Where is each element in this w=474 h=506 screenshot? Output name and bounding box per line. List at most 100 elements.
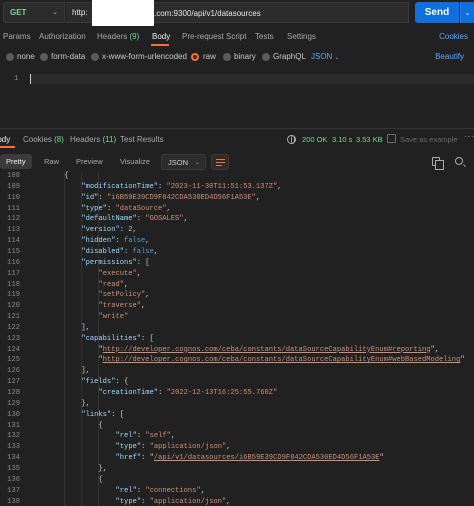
resp-tab-headers[interactable]: Headers (11): [70, 135, 116, 144]
tab-headers[interactable]: Headers (9): [97, 32, 139, 41]
pane-divider[interactable]: [0, 128, 474, 129]
code-line: 118 "read",: [0, 281, 474, 292]
line-number: 111: [7, 204, 20, 213]
save-as-example-button[interactable]: Save as example: [400, 135, 458, 144]
globe-icon[interactable]: [287, 135, 296, 144]
code-text: "rel": "self",: [116, 432, 176, 440]
status-code[interactable]: 200 OK: [302, 135, 327, 144]
code-line: 136 {: [0, 476, 474, 487]
code-token: ,: [200, 486, 205, 495]
line-number: 123: [7, 334, 20, 343]
line-number: 122: [7, 323, 20, 332]
line-number: 138: [7, 497, 20, 506]
code-token: "type": [81, 204, 107, 213]
line-number: 118: [7, 280, 20, 289]
radio-raw[interactable]: [191, 53, 199, 61]
view-visualize[interactable]: Visualize: [114, 154, 156, 169]
response-format-select[interactable]: JSON ⌄: [161, 154, 206, 170]
radio-graphql[interactable]: [262, 53, 270, 61]
tab-params[interactable]: Params: [3, 32, 31, 41]
line-number: 121: [7, 313, 20, 322]
wrap-lines-icon[interactable]: [211, 154, 229, 170]
save-icon: [387, 134, 396, 143]
line-number: 114: [7, 237, 20, 246]
copy-icon[interactable]: [432, 157, 444, 170]
resp-active-tab-indicator: [0, 146, 15, 148]
tab-settings[interactable]: Settings: [287, 32, 316, 41]
more-options-icon[interactable]: ···: [464, 131, 474, 142]
radio-urlencoded[interactable]: [91, 53, 99, 61]
radio-form-data[interactable]: [40, 53, 48, 61]
radio-binary[interactable]: [223, 53, 231, 61]
code-line: 128 "creationTime": "2022-12-13T16:25:55.…: [0, 389, 474, 400]
tab-tests[interactable]: Tests: [255, 32, 274, 41]
code-token: {: [98, 421, 103, 430]
code-line: 121 "write": [0, 313, 474, 324]
line-number: 109: [7, 182, 20, 191]
code-token: "GOSALES": [145, 215, 184, 224]
method-label: GET: [10, 8, 27, 17]
resp-cookies-label: Cookies: [23, 135, 52, 144]
code-text: "modificationTime": "2023-11-30T11:51:53…: [81, 183, 281, 191]
code-link[interactable]: http://developer.cognos.com/ceba/constan…: [103, 356, 461, 364]
code-token: {: [98, 475, 103, 484]
code-token: "type": [115, 497, 142, 506]
send-options-button[interactable]: ⌄: [460, 2, 474, 23]
code-line: 131 {: [0, 422, 474, 433]
line-number: 131: [7, 421, 20, 430]
code-line: 132 "rel": "self",: [0, 432, 474, 443]
code-token: "connections": [145, 486, 201, 495]
code-token: "type": [115, 443, 142, 452]
code-line: 122],: [0, 324, 474, 335]
resp-tab-body[interactable]: Body: [0, 135, 10, 144]
code-link[interactable]: /api/v1/datasources/i6B59E39CD9F842CDA53…: [154, 454, 380, 462]
code-token: : [: [141, 334, 154, 343]
code-text: {: [98, 422, 102, 430]
code-line: 133 "type": "application/json",: [0, 443, 474, 454]
code-token: ,: [226, 497, 231, 506]
tab-prerequest-script[interactable]: Pre-request Script: [182, 32, 246, 41]
code-line: 109 "modificationTime": "2023-11-30T11:51…: [0, 183, 474, 194]
code-text: "http://developer.cognos.com/ceba/consta…: [98, 346, 439, 354]
code-token: ",: [430, 345, 440, 354]
response-size[interactable]: 3.53 KB: [356, 135, 383, 144]
request-body-editor[interactable]: 1: [0, 70, 474, 130]
view-preview[interactable]: Preview: [70, 154, 109, 169]
resp-tab-cookies[interactable]: Cookies (8): [23, 135, 64, 144]
code-token: "modificationTime": [81, 182, 159, 191]
code-token: "disabled": [81, 247, 124, 256]
view-raw[interactable]: Raw: [38, 154, 65, 169]
resp-tab-test-results[interactable]: Test Results: [120, 135, 164, 144]
method-select[interactable]: GET ⌄: [3, 2, 65, 23]
code-text: "type": "dataSource",: [81, 205, 170, 213]
line-number: 115: [7, 247, 20, 256]
code-token: : ": [141, 454, 154, 463]
url-prefix: http:: [72, 8, 88, 17]
view-pretty[interactable]: Pretty: [0, 154, 32, 169]
line-number: 116: [7, 258, 20, 267]
current-line-highlight: [30, 74, 474, 84]
response-time[interactable]: 3.10 s: [332, 135, 352, 144]
code-token: },: [98, 464, 107, 473]
search-icon[interactable]: [455, 157, 463, 165]
cookies-link[interactable]: Cookies: [439, 32, 468, 41]
radio-none[interactable]: [6, 53, 14, 61]
raw-format-select[interactable]: JSON ⌄: [311, 52, 340, 61]
code-token: :: [141, 443, 150, 452]
send-button[interactable]: Send: [415, 2, 459, 23]
tab-body[interactable]: Body: [152, 32, 170, 41]
code-link[interactable]: http://developer.cognos.com/ceba/constan…: [103, 346, 431, 354]
code-token: "execute": [98, 269, 137, 278]
code-token: "rel": [115, 432, 137, 441]
code-text: "disabled": false,: [81, 248, 158, 256]
code-line: 120 "traverse",: [0, 302, 474, 313]
beautify-button[interactable]: Beautify: [435, 52, 464, 61]
tab-authorization[interactable]: Authorization: [39, 32, 86, 41]
response-format-label: JSON: [168, 157, 189, 167]
chevron-down-icon: ⌄: [52, 9, 58, 16]
headers-count: (9): [129, 32, 140, 41]
code-token: ,: [183, 215, 188, 224]
line-number: 133: [7, 443, 20, 452]
code-token: "application/json": [149, 443, 227, 452]
response-body-viewer[interactable]: 108 {109 "modificationTime": "2023-11-30T1…: [0, 172, 474, 506]
